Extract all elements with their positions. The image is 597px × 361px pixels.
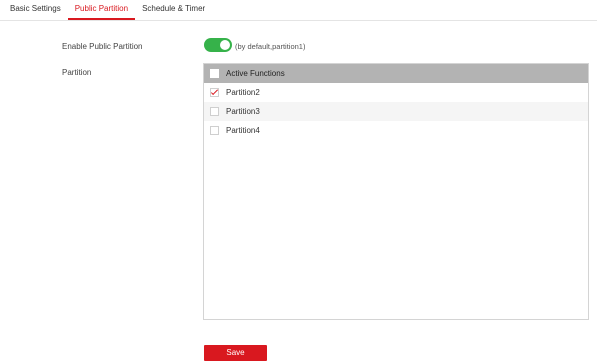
enable-public-partition-toggle[interactable] xyxy=(204,38,232,52)
tab-bar: Basic Settings Public Partition Schedule… xyxy=(0,0,597,21)
partition-list-header-label: Active Functions xyxy=(226,69,285,78)
list-item-label: Partition4 xyxy=(226,126,260,135)
toggle-knob xyxy=(220,40,230,50)
tab-schedule-timer[interactable]: Schedule & Timer xyxy=(135,0,212,20)
partition-list: Active Functions Partition2 Partition3 P… xyxy=(203,63,589,320)
list-item-label: Partition3 xyxy=(226,107,260,116)
list-item-partition4[interactable]: Partition4 xyxy=(204,121,588,140)
tab-basic-settings[interactable]: Basic Settings xyxy=(0,0,68,20)
partition-list-header: Active Functions xyxy=(204,64,588,83)
save-button[interactable]: Save xyxy=(204,345,267,361)
partition-label: Partition xyxy=(62,68,92,77)
enable-hint-text: (by default,partition1) xyxy=(235,42,306,51)
partition3-checkbox[interactable] xyxy=(210,107,219,116)
enable-public-partition-label: Enable Public Partition xyxy=(62,42,143,51)
list-item-partition2[interactable]: Partition2 xyxy=(204,83,588,102)
partition2-checkbox[interactable] xyxy=(210,88,219,97)
list-item-label: Partition2 xyxy=(226,88,260,97)
list-item-partition3[interactable]: Partition3 xyxy=(204,102,588,121)
partition4-checkbox[interactable] xyxy=(210,126,219,135)
select-all-checkbox[interactable] xyxy=(210,69,219,78)
tab-public-partition[interactable]: Public Partition xyxy=(67,0,136,20)
